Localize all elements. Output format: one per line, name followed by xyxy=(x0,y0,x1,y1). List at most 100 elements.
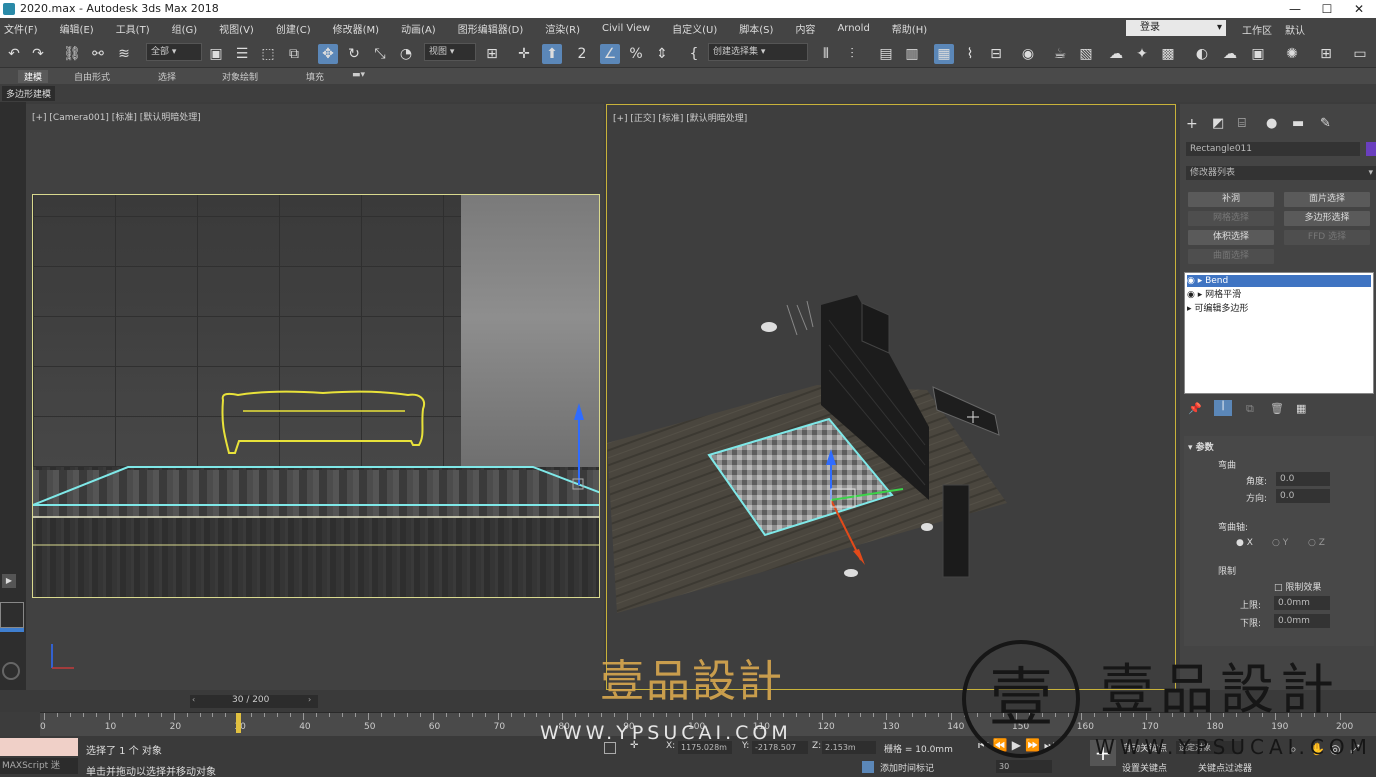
angle-spinner[interactable]: 0.0 xyxy=(1276,472,1330,486)
menu-customize[interactable]: 自定义(U) xyxy=(672,21,717,36)
utilities-tab-icon[interactable]: ✎ xyxy=(1320,116,1331,131)
link-icon[interactable]: ⛓ xyxy=(62,44,82,64)
eye-icon[interactable]: ◉ ▸ xyxy=(1187,276,1205,286)
stack-item-editable-poly[interactable]: ▸ 可编辑多边形 xyxy=(1187,303,1371,315)
camera-viewport[interactable]: [+] [Camera001] [标准] [默认明暗处理] xyxy=(26,104,604,690)
bind-space-warp-icon[interactable]: ≋ xyxy=(114,44,134,64)
stack-item-bend[interactable]: ◉ ▸ Bend xyxy=(1187,275,1371,287)
close-button[interactable]: ✕ xyxy=(1344,0,1374,18)
arnold-icon[interactable]: ◐ xyxy=(1192,44,1212,64)
axis-z-radio[interactable]: ○ Z xyxy=(1308,538,1325,548)
create-tab-icon[interactable]: + xyxy=(1186,116,1198,132)
spinner-snap-icon[interactable]: ⇕ xyxy=(652,44,672,64)
rectangle-selection-icon[interactable]: ⬚ xyxy=(258,44,278,64)
vol-select-button[interactable]: 体积选择 xyxy=(1188,230,1274,245)
previous-frame-icon[interactable]: ‹ xyxy=(192,695,195,704)
workspace-dropdown[interactable]: 默认 xyxy=(1285,22,1305,37)
camera-viewport-label[interactable]: [+] [Camera001] [标准] [默认明暗处理] xyxy=(32,110,201,123)
named-selection-set-dropdown[interactable]: 创建选择集 ▾ xyxy=(708,43,808,61)
maxscript-listener[interactable] xyxy=(0,738,78,756)
add-time-tag-icon[interactable] xyxy=(862,761,874,773)
scene-explorer-icon[interactable]: ▤ xyxy=(876,44,896,64)
window-crossing-icon[interactable]: ⧉ xyxy=(284,44,304,64)
tab-object-paint[interactable]: 对象绘制 xyxy=(222,70,258,83)
menu-file[interactable]: 文件(F) xyxy=(4,21,38,36)
menu-rendering[interactable]: 渲染(R) xyxy=(545,21,580,36)
schematic-view-icon[interactable]: ⊟ xyxy=(986,44,1006,64)
modify-tab-icon[interactable]: ◩ xyxy=(1212,116,1224,131)
mesh-select-button[interactable]: 网格选择 xyxy=(1188,211,1274,226)
eye-icon[interactable]: ◉ ▸ xyxy=(1187,290,1205,300)
direction-spinner[interactable]: 0.0 xyxy=(1276,489,1330,503)
next-frame-icon[interactable]: › xyxy=(308,695,311,704)
select-scale-icon[interactable]: ⤡ xyxy=(370,44,390,64)
key-filters-button[interactable]: 关键点过滤器 xyxy=(1198,761,1252,774)
expand-arrow-icon[interactable]: ▶ xyxy=(2,574,16,588)
ffd-select-button[interactable]: FFD 选择 xyxy=(1284,230,1370,245)
layer-explorer-icon[interactable]: ▥ xyxy=(902,44,922,64)
selection-filter-dropdown[interactable]: 全部 ▾ xyxy=(146,43,202,61)
percent-snap-icon[interactable]: % xyxy=(626,44,646,64)
tab-modeling[interactable]: 建模 xyxy=(18,70,49,83)
limit-effect-checkbox[interactable]: □ 限制效果 xyxy=(1274,580,1321,593)
render-in-cloud-icon[interactable]: ▩ xyxy=(1158,44,1178,64)
curve-editor-icon[interactable]: ⌇ xyxy=(960,44,980,64)
menu-animation[interactable]: 动画(A) xyxy=(401,21,436,36)
toggle-ribbon-icon[interactable]: ▦ xyxy=(934,44,954,64)
gear-icon[interactable] xyxy=(2,662,20,680)
render-iterative-icon[interactable]: ✦ xyxy=(1132,44,1152,64)
current-frame-field[interactable]: 30 xyxy=(996,760,1052,773)
render-icon[interactable]: ▣ xyxy=(1248,44,1268,64)
redo-icon[interactable]: ↷ xyxy=(28,44,48,64)
align-icon[interactable]: ⫶ xyxy=(842,44,862,64)
axis-y-radio[interactable]: ○ Y xyxy=(1272,538,1288,548)
stack-item-meshsmooth[interactable]: ◉ ▸ 网格平滑 xyxy=(1187,289,1371,301)
pivot-center-icon[interactable]: ⊞ xyxy=(482,44,502,64)
cap-holes-button[interactable]: 补洞 xyxy=(1188,192,1274,207)
patch-select-button[interactable]: 面片选择 xyxy=(1284,192,1370,207)
snaps-toggle-icon[interactable]: 2 xyxy=(572,44,592,64)
ribbon-options-icon[interactable]: ▬▾ xyxy=(352,70,365,80)
motion-tab-icon[interactable]: ● xyxy=(1266,116,1277,131)
current-frame-marker[interactable] xyxy=(236,713,242,733)
hierarchy-tab-icon[interactable]: ⌸ xyxy=(1238,116,1246,131)
lower-limit-spinner[interactable]: 0.0mm xyxy=(1274,614,1330,628)
light-bulb-icon[interactable]: ✺ xyxy=(1282,44,1302,64)
tab-freeform[interactable]: 自由形式 xyxy=(74,70,110,83)
mirror-icon[interactable]: ⫴ xyxy=(816,44,836,64)
unlink-icon[interactable]: ⚯ xyxy=(88,44,108,64)
surface-select-button[interactable]: 曲面选择 xyxy=(1188,249,1274,264)
set-key-button[interactable]: 设置关键点 xyxy=(1122,761,1167,774)
folder-icon[interactable]: ▭ xyxy=(1350,44,1370,64)
poly-select-button[interactable]: 多边形选择 xyxy=(1284,211,1370,226)
select-by-name-icon[interactable]: ☰ xyxy=(232,44,252,64)
pin-stack-icon[interactable]: 📌 xyxy=(1188,402,1202,415)
display-tab-icon[interactable]: ▬ xyxy=(1292,116,1304,131)
reference-coordinate-dropdown[interactable]: 视图 ▾ xyxy=(424,43,476,61)
object-name-field[interactable]: Rectangle011 xyxy=(1186,142,1360,156)
maximize-button[interactable]: ☐ xyxy=(1312,0,1342,18)
configure-modifier-sets-icon[interactable]: ▦ xyxy=(1296,402,1306,415)
menu-arnold[interactable]: Arnold xyxy=(837,23,869,34)
menu-group[interactable]: 组(G) xyxy=(172,21,198,36)
rollout-title[interactable]: ▾ 参数 xyxy=(1188,440,1214,453)
modifier-list-dropdown[interactable]: 修改器列表 ▾ xyxy=(1186,166,1376,180)
select-object-icon[interactable]: ▣ xyxy=(206,44,226,64)
axis-x-radio[interactable]: ● X xyxy=(1236,538,1253,548)
z-coordinate-field[interactable]: 2.153m xyxy=(822,741,876,754)
upper-limit-spinner[interactable]: 0.0mm xyxy=(1274,596,1330,610)
make-unique-icon[interactable]: ⧉ xyxy=(1246,402,1254,416)
menu-create[interactable]: 创建(C) xyxy=(276,21,311,36)
orthographic-viewport[interactable]: [+] [正交] [标准] [默认明暗处理] xyxy=(606,104,1176,690)
undo-icon[interactable]: ↶ xyxy=(4,44,24,64)
menu-civil-view[interactable]: Civil View xyxy=(602,23,650,34)
render-setup-icon[interactable]: ☕ xyxy=(1050,44,1070,64)
material-editor-icon[interactable]: ◉ xyxy=(1018,44,1038,64)
select-rotate-icon[interactable]: ↻ xyxy=(344,44,364,64)
select-move-icon[interactable]: ✥ xyxy=(318,44,338,64)
minimize-button[interactable]: — xyxy=(1280,0,1310,18)
menu-graph-editors[interactable]: 图形编辑器(D) xyxy=(458,21,524,36)
add-time-tag-button[interactable]: 添加时间标记 xyxy=(880,761,934,774)
object-color-swatch[interactable] xyxy=(1366,142,1376,156)
menu-edit[interactable]: 编辑(E) xyxy=(60,21,94,36)
